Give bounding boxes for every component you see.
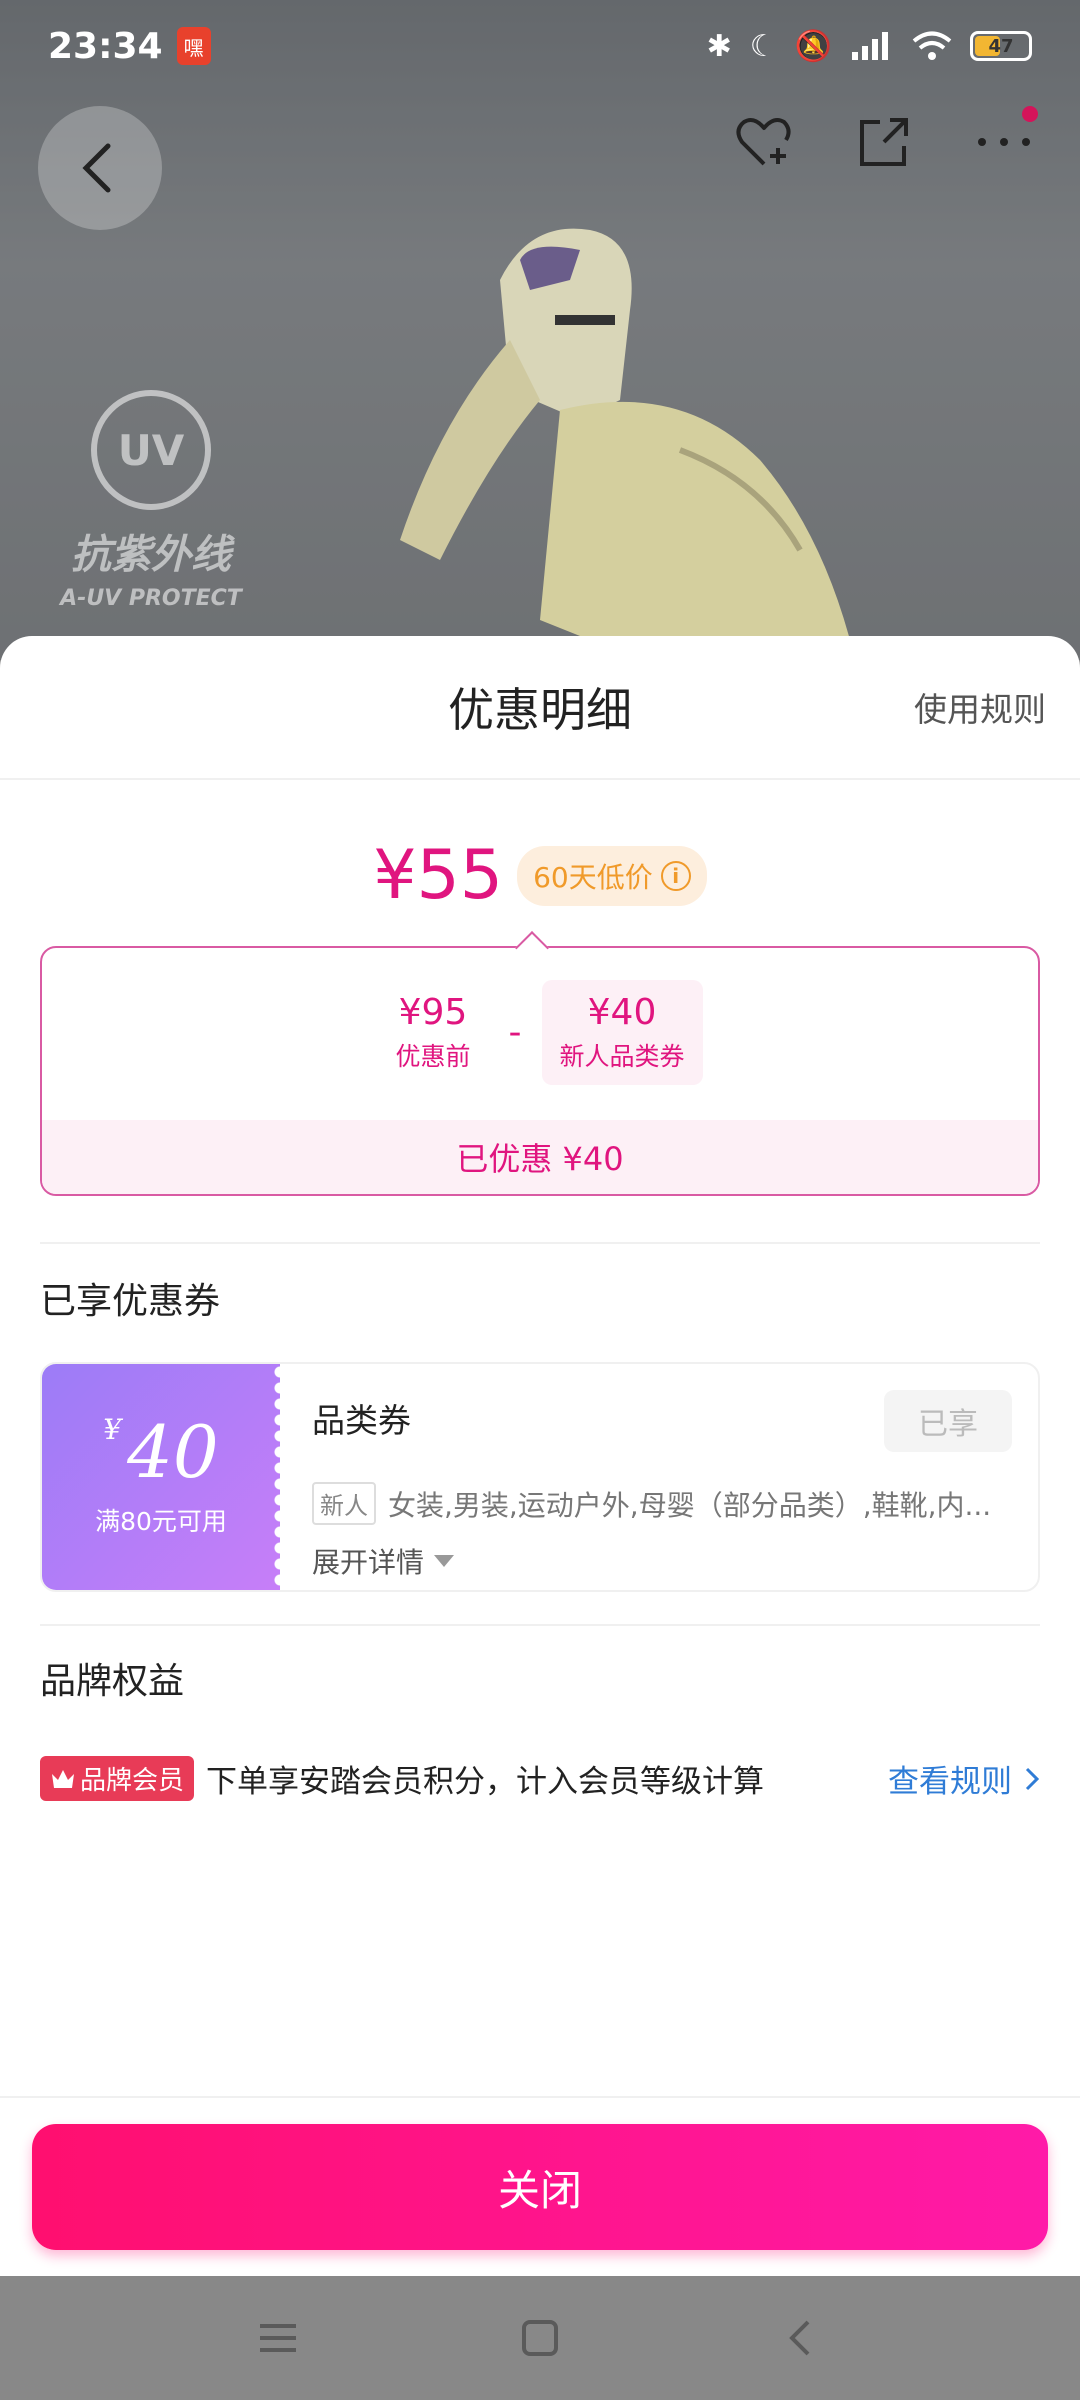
new-user-tag: 新人 [312, 1482, 376, 1525]
original-price-label: 优惠前 [395, 1042, 471, 1071]
sheet-footer: 关闭 [0, 2096, 1080, 2276]
coupon-amount-value: 40 [127, 1410, 219, 1494]
section-divider [40, 1242, 1040, 1244]
uv-sublabel: A-UV PROTECT [60, 586, 242, 611]
brand-member-label: 品牌会员 [80, 1766, 185, 1796]
favorite-heart-icon [736, 118, 791, 166]
product-image [400, 228, 850, 660]
info-icon: i [660, 860, 691, 891]
sheet-header: 优惠明细 使用规则 [0, 636, 1080, 780]
discount-summary: 已优惠 ¥40 [42, 1120, 1038, 1194]
uv-label: 抗紫外线 [71, 532, 231, 578]
coupon-discount-amount: ¥40 [587, 992, 657, 1033]
view-rules-link[interactable]: 查看规则 [888, 1756, 1040, 1801]
battery-level: 47 [988, 35, 1014, 57]
uv-protect-badge: UV 抗紫外线 A-UV PROTECT [56, 390, 246, 611]
expand-details-label: 展开详情 [312, 1546, 425, 1579]
coupon-categories: 女装,男装,运动户外,母婴（部分品类）,鞋靴,内... [388, 1488, 992, 1522]
final-price: ¥55 [373, 836, 504, 915]
caret-down-icon [434, 1555, 455, 1567]
original-price-amount: ¥95 [398, 992, 468, 1033]
uv-circle-logo: UV [91, 390, 211, 510]
coupon-amount: ¥40 [103, 1413, 218, 1489]
product-page-backdrop: UV 抗紫外线 A-UV PROTECT [0, 0, 1080, 660]
discount-detail-sheet: 优惠明细 使用规则 ¥55 60天低价 i ¥95 优惠前 - ¥40 新人品类… [0, 636, 1080, 2276]
status-icons: ✱ ☾ 🔕 47 [707, 29, 1032, 64]
more-icon [978, 138, 1030, 146]
menu-icon[interactable] [254, 2314, 302, 2362]
minus-operator: - [508, 1012, 522, 1053]
more-button[interactable] [972, 106, 1038, 174]
chevron-right-icon [1025, 1767, 1040, 1790]
sheet-title: 优惠明细 [448, 683, 632, 737]
coupon-discount-label: 新人品类券 [559, 1042, 685, 1071]
section-divider [40, 1624, 1040, 1626]
back-icon[interactable] [778, 2314, 826, 2362]
home-icon[interactable] [516, 2314, 564, 2362]
signal-icon [852, 32, 888, 60]
coupon-discount-item: ¥40 新人品类券 [541, 980, 703, 1085]
system-nav-bar [0, 2276, 1080, 2400]
original-price-item: ¥95 优惠前 [377, 980, 488, 1085]
back-button[interactable] [38, 106, 162, 230]
coupon-info-panel: 品类券 已享 新人 女装,男装,运动户外,母婴（部分品类）,鞋靴,内... 展开… [280, 1364, 1038, 1590]
view-rules-label: 查看规则 [888, 1764, 1012, 1800]
breakdown-items: ¥95 优惠前 - ¥40 新人品类券 [42, 980, 1038, 1085]
crown-icon [52, 1769, 74, 1788]
brand-benefit-text: 下单享安踏会员积分，计入会员等级计算 [206, 1764, 765, 1800]
bluetooth-icon: ✱ [706, 28, 732, 64]
brand-section-title: 品牌权益 [40, 1661, 185, 1702]
coupon-condition: 满80元可用 [95, 1507, 227, 1536]
mute-bell-icon: 🔕 [794, 28, 832, 64]
app-notification-icon: 嘿 [176, 27, 211, 65]
top-nav-actions [732, 106, 1038, 174]
moon-icon: ☾ [749, 28, 777, 64]
brand-member-badge: 品牌会员 [40, 1756, 195, 1801]
notification-dot [1022, 106, 1038, 122]
brand-benefit-row: 品牌会员 下单享安踏会员积分，计入会员等级计算 查看规则 [40, 1756, 1040, 1801]
share-icon [860, 118, 908, 166]
back-arrow-icon [82, 143, 111, 193]
battery-icon: 47 [970, 31, 1032, 61]
coupon-currency: ¥ [103, 1413, 122, 1446]
coupons-section-title: 已享优惠券 [40, 1281, 221, 1322]
wifi-icon [912, 31, 952, 60]
coupon-status-badge: 已享 [884, 1390, 1012, 1452]
favorite-button[interactable] [732, 110, 796, 174]
low-price-tag[interactable]: 60天低价 i [517, 845, 707, 906]
coupon-value-panel: ¥40 满80元可用 [42, 1364, 286, 1590]
status-bar: 23:34 嘿 ✱ ☾ 🔕 47 [0, 0, 1080, 92]
low-price-label: 60天低价 [533, 860, 653, 894]
status-time: 23:34 [48, 25, 163, 67]
coupon-description: 新人 女装,男装,运动户外,母婴（部分品类）,鞋靴,内... [312, 1482, 1012, 1525]
price-breakdown-box: ¥95 优惠前 - ¥40 新人品类券 已优惠 ¥40 [40, 946, 1040, 1196]
coupon-card: ¥40 满80元可用 品类券 已享 新人 女装,男装,运动户外,母婴（部分品类）… [40, 1362, 1040, 1592]
expand-details-button[interactable]: 展开详情 [312, 1541, 1012, 1581]
usage-rules-link[interactable]: 使用规则 [914, 683, 1046, 731]
final-price-row: ¥55 60天低价 i [0, 836, 1080, 915]
close-button[interactable]: 关闭 [32, 2124, 1048, 2250]
share-button[interactable] [852, 110, 916, 174]
